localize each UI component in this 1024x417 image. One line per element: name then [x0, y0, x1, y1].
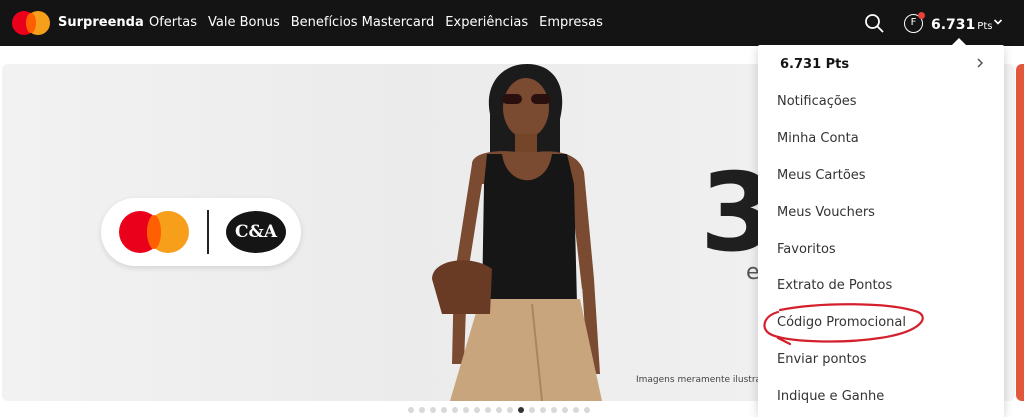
- nav-item-ofertas[interactable]: Ofertas: [149, 15, 197, 30]
- carousel-dot[interactable]: [562, 407, 568, 413]
- chevron-right-icon[interactable]: [975, 57, 985, 69]
- brand-name[interactable]: Surpreenda: [58, 15, 144, 30]
- menu-item-enviar-pontos[interactable]: Enviar pontos: [777, 352, 866, 367]
- carousel-dot[interactable]: [551, 407, 557, 413]
- carousel-dot[interactable]: [430, 407, 436, 413]
- partner-badge: C&A: [101, 198, 301, 266]
- chevron-down-icon[interactable]: [993, 17, 1003, 27]
- nav-item-beneficios-mastercard[interactable]: Benefícios Mastercard: [291, 15, 435, 30]
- points-unit: Pts: [977, 21, 993, 32]
- nav-item-experiencias[interactable]: Experiências: [445, 15, 528, 30]
- main-nav: Ofertas Vale Bonus Benefícios Mastercard…: [149, 15, 614, 30]
- avatar-letter: F: [910, 17, 917, 28]
- menu-item-extrato-de-pontos[interactable]: Extrato de Pontos: [777, 278, 892, 293]
- image-disclaimer: Imagens meramente ilustrati: [636, 375, 768, 385]
- carousel-dot[interactable]: [474, 407, 480, 413]
- menu-item-indique-e-ganhe[interactable]: Indique e Ganhe: [777, 389, 884, 404]
- highlight-circle-annotation: [763, 303, 924, 346]
- carousel-dots: [408, 407, 590, 413]
- carousel-dot[interactable]: [584, 407, 590, 413]
- menu-item-meus-cartoes[interactable]: Meus Cartões: [777, 168, 866, 183]
- menu-item-meus-vouchers[interactable]: Meus Vouchers: [777, 205, 875, 220]
- carousel-dot[interactable]: [573, 407, 579, 413]
- nav-item-empresas[interactable]: Empresas: [539, 15, 603, 30]
- page: Surpreenda Ofertas Vale Bonus Benefícios…: [0, 0, 1024, 417]
- dropdown-points-balance[interactable]: 6.731 Pts: [780, 57, 849, 72]
- mastercard-logo-icon[interactable]: [12, 11, 50, 35]
- search-icon[interactable]: [864, 13, 884, 33]
- account-dropdown-menu: 6.731 Pts Notificações Minha Conta Meus …: [758, 38, 1004, 417]
- partner-logo: C&A: [226, 211, 286, 253]
- carousel-dot[interactable]: [518, 407, 524, 413]
- carousel-dot[interactable]: [419, 407, 425, 413]
- menu-item-favoritos[interactable]: Favoritos: [777, 242, 836, 257]
- carousel-dot[interactable]: [529, 407, 535, 413]
- menu-item-notificacoes[interactable]: Notificações: [777, 94, 857, 109]
- carousel-dot[interactable]: [507, 407, 513, 413]
- carousel-dot[interactable]: [485, 407, 491, 413]
- carousel-dot[interactable]: [496, 407, 502, 413]
- menu-item-minha-conta[interactable]: Minha Conta: [777, 131, 859, 146]
- carousel-dot[interactable]: [463, 407, 469, 413]
- carousel-dot[interactable]: [408, 407, 414, 413]
- nav-item-vale-bonus[interactable]: Vale Bonus: [208, 15, 280, 30]
- next-banner-peek[interactable]: [1016, 64, 1024, 401]
- carousel-dot[interactable]: [540, 407, 546, 413]
- carousel-dot[interactable]: [441, 407, 447, 413]
- carousel-dot[interactable]: [452, 407, 458, 413]
- top-navigation-bar: Surpreenda Ofertas Vale Bonus Benefícios…: [0, 0, 1024, 46]
- dropdown-notch: [951, 38, 967, 46]
- points-value: 6.731: [931, 17, 976, 33]
- notification-dot: [918, 12, 925, 19]
- points-balance[interactable]: 6.731 Pts: [931, 14, 992, 33]
- user-avatar[interactable]: F: [904, 12, 925, 33]
